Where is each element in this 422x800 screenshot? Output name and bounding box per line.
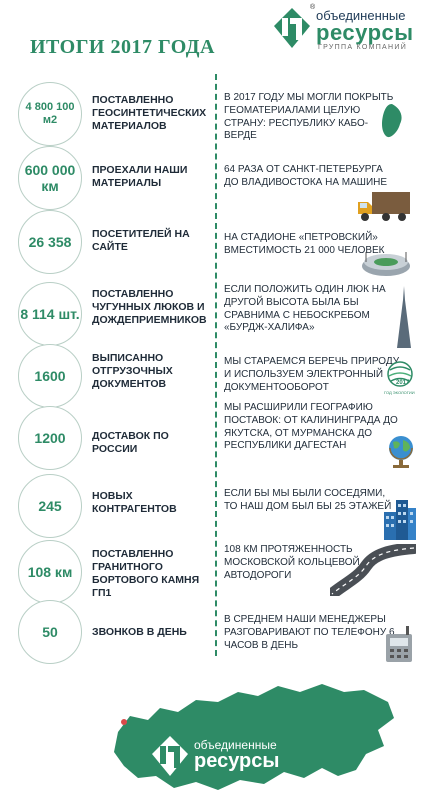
- logo-mark-icon: [274, 8, 310, 48]
- footer-logo: объединенные ресурсы: [150, 732, 300, 784]
- stat-value-circle: 245: [18, 474, 82, 538]
- stat-label: ВЫПИСАННО ОТГРУЗОЧНЫХ ДОКУМЕНТОВ: [92, 352, 173, 391]
- stat-label: НОВЫХ КОНТРАГЕНТОВ: [92, 490, 177, 516]
- logo-subtitle: группа компаний: [318, 44, 408, 51]
- registered-mark: ®: [310, 4, 316, 11]
- stat-row: 1600 ВЫПИСАННО ОТГРУЗОЧНЫХ ДОКУМЕНТОВ МЫ…: [0, 344, 422, 408]
- stat-fact: В СРЕДНЕМ НАШИ МЕНЕДЖЕРЫ РАЗГОВАРИВАЮТ П…: [224, 614, 395, 651]
- stat-label: ЗВОНКОВ В ДЕНЬ: [92, 626, 187, 638]
- stat-label: ПОСЕТИТЕЛЕЙ НА САЙТЕ: [92, 228, 190, 254]
- stat-row: 4 800 100 м2 ПОСТАВЛЕННО ГЕОСИНТЕТИЧЕСКИ…: [0, 82, 422, 146]
- stat-value-circle: 50: [18, 600, 82, 664]
- phone-icon: [386, 626, 412, 662]
- stat-fact: МЫ РАСШИРИЛИ ГЕОГРАФИЮ ПОСТАВОК: ОТ КАЛИ…: [224, 402, 398, 452]
- eco-year-icon: 2017 ГОД ЭКОЛОГИИ: [384, 360, 416, 400]
- stat-row: 50 ЗВОНКОВ В ДЕНЬ В СРЕДНЕМ НАШИ МЕНЕДЖЕ…: [0, 600, 422, 664]
- company-logo: ® объединенные ресурсы группа компаний: [272, 4, 422, 56]
- stat-row: 108 км ПОСТАВЛЕННО ГРАНИТНОГО БОРТОВОГО …: [0, 540, 422, 604]
- stat-value-circle: 600 000 км: [18, 146, 82, 210]
- logo-main-text: ресурсы: [316, 20, 414, 45]
- stat-label: ПРОЕХАЛИ НАШИ МАТЕРИАЛЫ: [92, 164, 188, 190]
- stat-label: ПОСТАВЛЕННО ГРАНИТНОГО БОРТОВОГО КАМНЯ Г…: [92, 548, 200, 600]
- stat-value-circle: 26 358: [18, 210, 82, 274]
- road-icon: [330, 544, 416, 596]
- buildings-icon: [384, 500, 416, 540]
- stat-fact: 64 РАЗА ОТ САНКТ-ПЕТЕРБУРГА ДО ВЛАДИВОСТ…: [224, 164, 388, 188]
- stat-row: 245 НОВЫХ КОНТРАГЕНТОВ ЕСЛИ БЫ МЫ БЫЛИ С…: [0, 474, 422, 540]
- island-map-icon: [382, 104, 402, 138]
- stat-value-circle: 1200: [18, 406, 82, 470]
- eco-year-text: 2017: [396, 380, 410, 386]
- stat-value-circle: 4 800 100 м2: [18, 82, 82, 146]
- stat-label: ДОСТАВОК ПО РОССИИ: [92, 430, 169, 456]
- stat-value-circle: 108 км: [18, 540, 82, 604]
- stat-fact: МЫ СТАРАЕМСЯ БЕРЕЧЬ ПРИРОДУ И ИСПОЛЬЗУЕМ…: [224, 356, 400, 393]
- stat-label: ПОСТАВЛЕННО ГЕОСИНТЕТИЧЕСКИХ МАТЕРИАЛОВ: [92, 94, 207, 133]
- stat-fact: В 2017 ГОДУ МЫ МОГЛИ ПОКРЫТЬ ГЕОМАТЕРИАЛ…: [224, 92, 394, 142]
- skyscraper-icon: [397, 286, 411, 348]
- stat-row: 26 358 ПОСЕТИТЕЛЕЙ НА САЙТЕ НА СТАДИОНЕ …: [0, 210, 422, 276]
- stat-value-circle: 1600: [18, 344, 82, 408]
- stat-value-circle: 8 114 шт.: [18, 282, 82, 346]
- eco-year-caption: ГОД ЭКОЛОГИИ: [384, 390, 415, 395]
- stat-fact: ЕСЛИ БЫ МЫ БЫЛИ СОСЕДЯМИ, ТО НАШ ДОМ БЫЛ…: [224, 488, 392, 512]
- page-title: ИТОГИ 2017 ГОДА: [30, 36, 215, 58]
- stat-row: 1200 ДОСТАВОК ПО РОССИИ МЫ РАСШИРИЛИ ГЕО…: [0, 402, 422, 470]
- footer-logo-main-text: ресурсы: [194, 750, 280, 772]
- stat-row: 8 114 шт. ПОСТАВЛЕННО ЧУГУННЫХ ЛЮКОВ И Д…: [0, 282, 422, 348]
- globe-icon: [389, 436, 413, 468]
- stat-fact: ЕСЛИ ПОЛОЖИТЬ ОДИН ЛЮК НА ДРУГОЙ ВЫСОТА …: [224, 284, 386, 334]
- footer-logo-mark-icon: [152, 736, 188, 776]
- stadium-icon: [362, 252, 410, 276]
- stat-row: 600 000 км ПРОЕХАЛИ НАШИ МАТЕРИАЛЫ 64 РА…: [0, 146, 422, 221]
- stat-label: ПОСТАВЛЕННО ЧУГУННЫХ ЛЮКОВ И ДОЖДЕПРИЕМН…: [92, 288, 207, 327]
